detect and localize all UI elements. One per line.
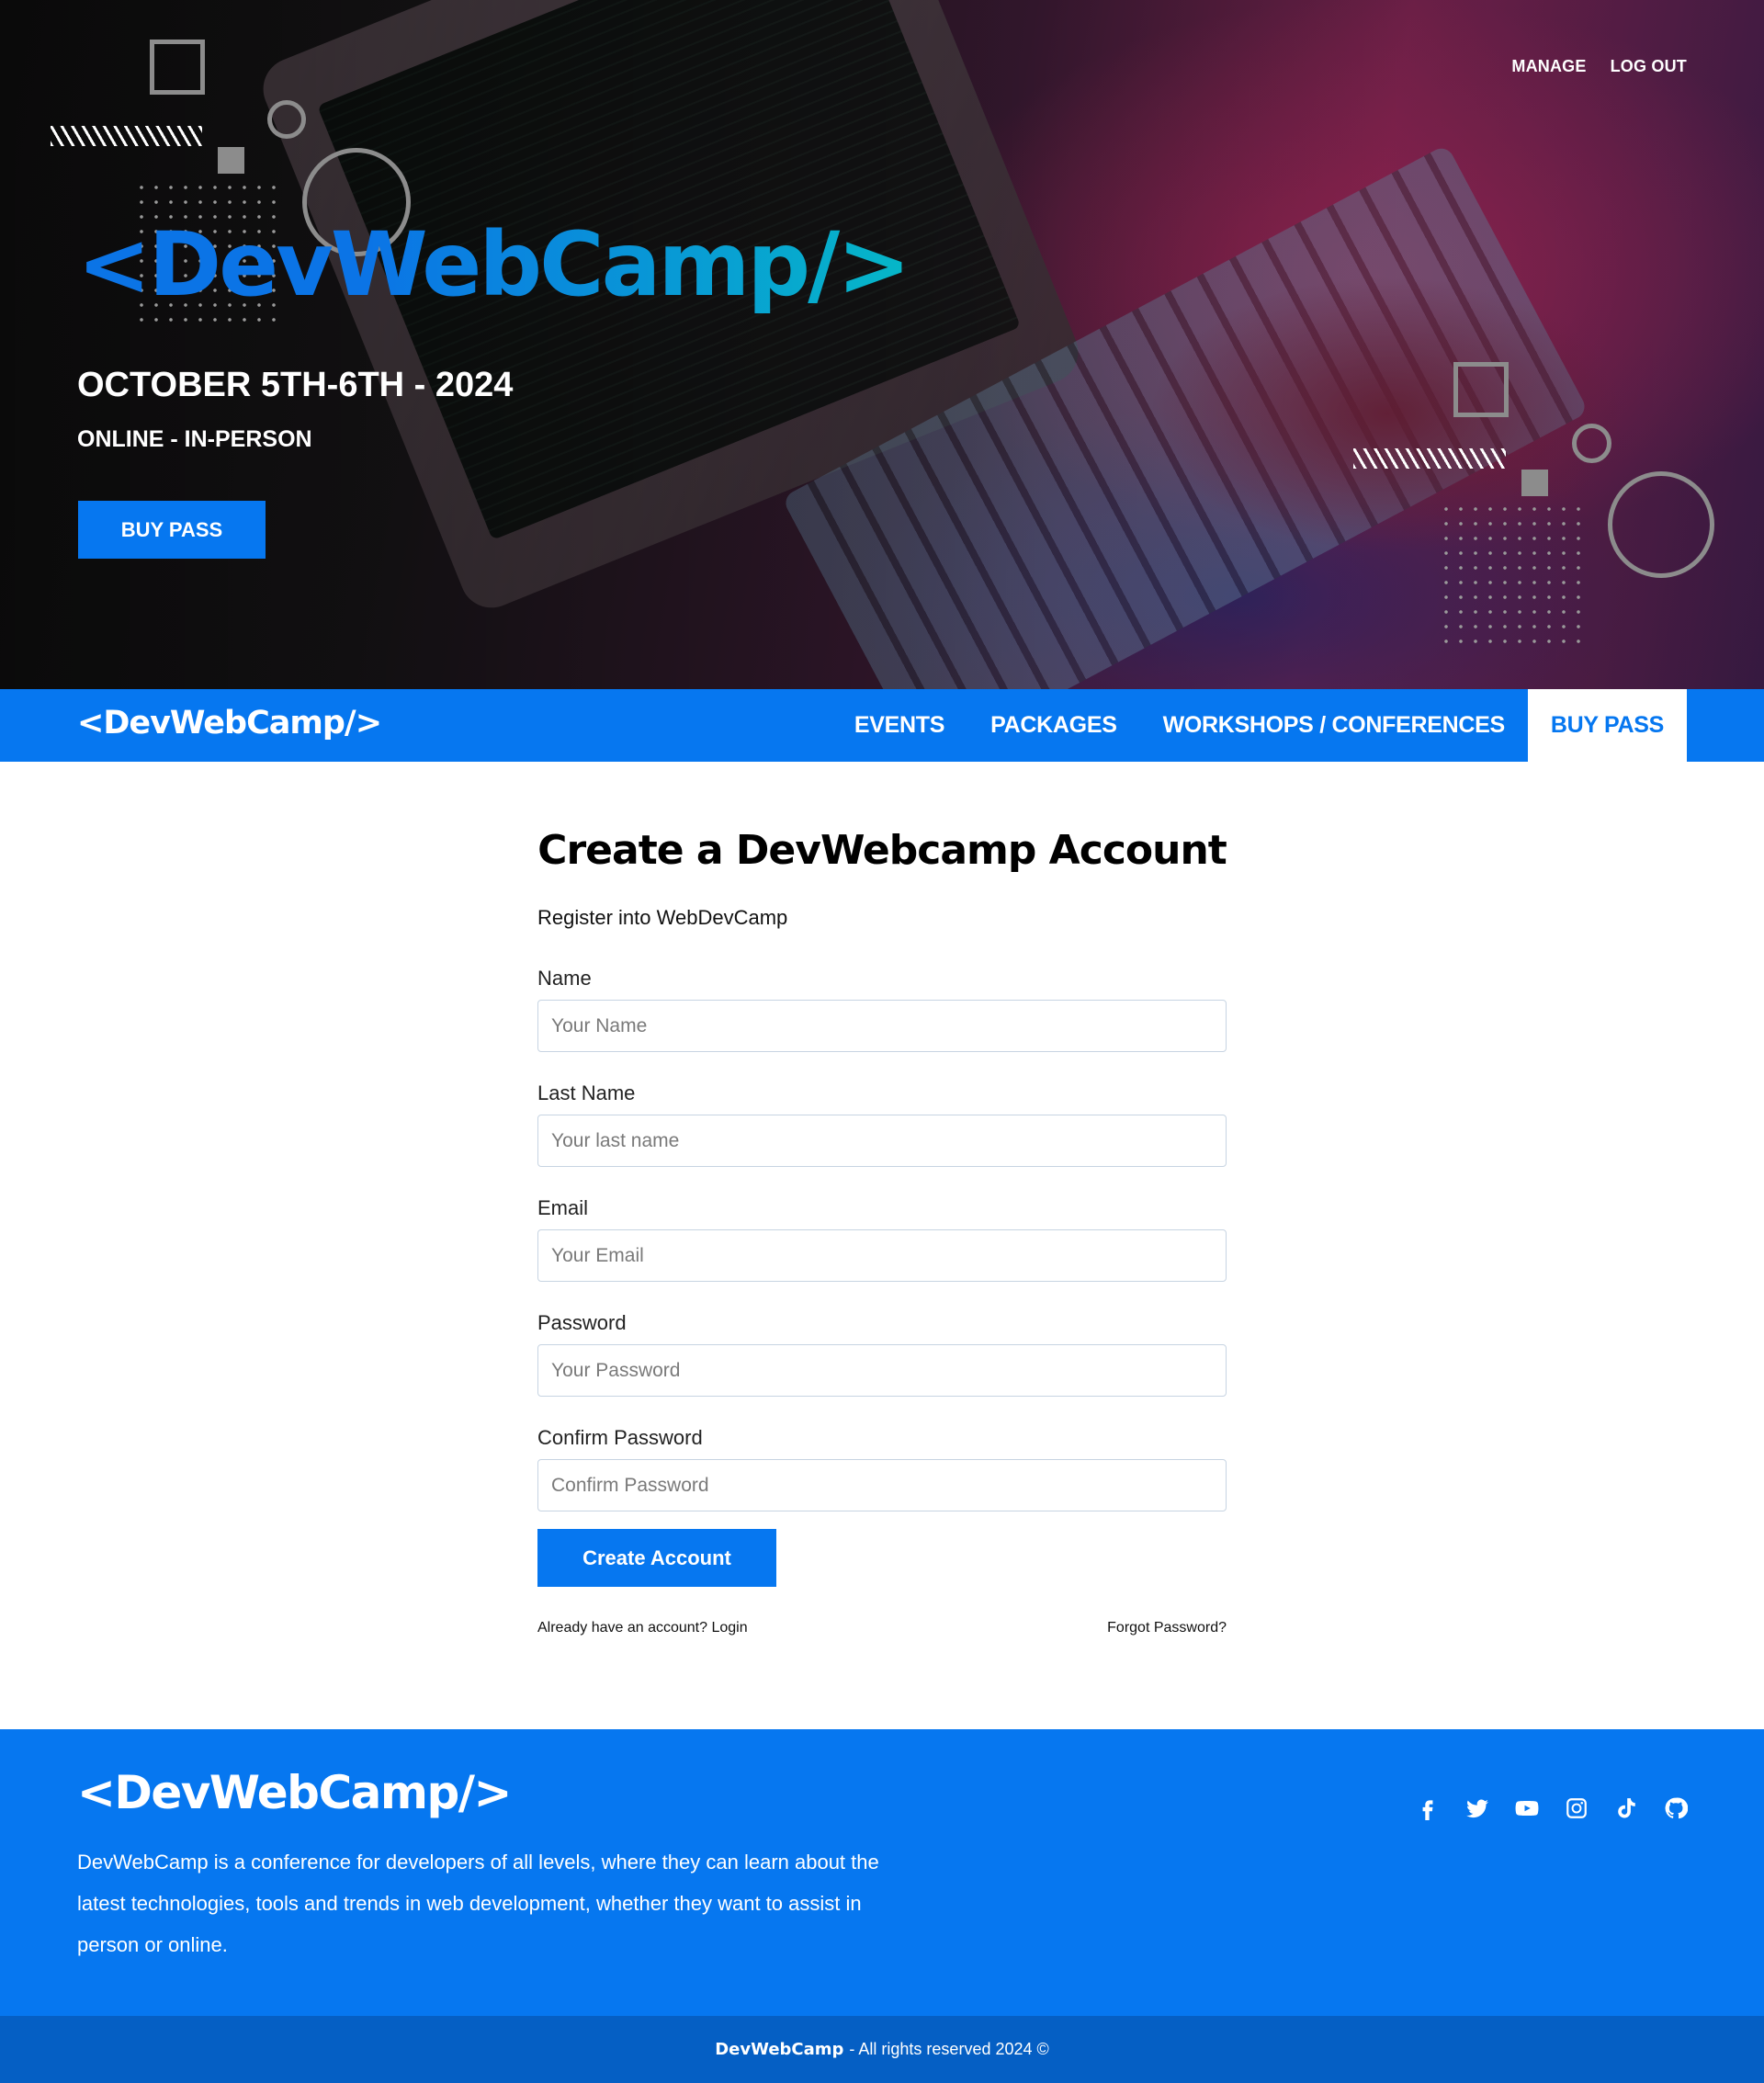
site-footer: <DevWebCamp/> DevWebCamp is a conference… xyxy=(0,1729,1764,2016)
deco-filled-square xyxy=(218,147,244,174)
form-links: Already have an account? Login Forgot Pa… xyxy=(537,1620,1227,1636)
confirm-password-input[interactable] xyxy=(537,1459,1227,1511)
github-icon[interactable] xyxy=(1663,1795,1689,1821)
youtube-icon[interactable] xyxy=(1514,1795,1540,1821)
name-input[interactable] xyxy=(537,1000,1227,1052)
facebook-icon[interactable] xyxy=(1415,1795,1441,1821)
last-name-input[interactable] xyxy=(537,1115,1227,1167)
nav-item-buy-pass[interactable]: BUY PASS xyxy=(1527,689,1687,762)
copyright-brand: DevWebCamp xyxy=(715,2040,844,2059)
password-field-group: Password xyxy=(537,1311,1227,1397)
last-name-label: Last Name xyxy=(537,1081,636,1104)
deco-square xyxy=(150,40,205,95)
deco-ring xyxy=(1572,424,1611,463)
copyright-bar: DevWebCamp - All rights reserved 2024 © xyxy=(0,2016,1764,2083)
event-mode: ONLINE - IN-PERSON xyxy=(77,426,312,452)
create-account-button[interactable]: Create Account xyxy=(537,1529,776,1587)
login-link[interactable]: Already have an account? Login xyxy=(537,1620,748,1636)
page-title: Create a DevWebcamp Account xyxy=(537,827,1227,874)
hero-header: MANAGE LOG OUT <DevWebCamp/> OCTOBER 5TH… xyxy=(0,0,1764,689)
forgot-password-link[interactable]: Forgot Password? xyxy=(1107,1620,1227,1636)
logout-link[interactable]: LOG OUT xyxy=(1611,57,1687,76)
footer-logo[interactable]: <DevWebCamp/> xyxy=(77,1766,512,1819)
name-field-group: Name xyxy=(537,967,1227,1052)
deco-stripes xyxy=(1353,448,1506,469)
nav-item-events[interactable]: EVENTS xyxy=(831,689,967,762)
nav-menu: EVENTS PACKAGES WORKSHOPS / CONFERENCES … xyxy=(831,689,1687,762)
password-label: Password xyxy=(537,1311,627,1334)
deco-dots xyxy=(1439,502,1588,651)
footer-description: DevWebCamp is a conference for developer… xyxy=(77,1851,879,1956)
hero-logo[interactable]: <DevWebCamp/> xyxy=(77,213,911,316)
nav-item-workshops-conferences[interactable]: WORKSHOPS / CONFERENCES xyxy=(1140,689,1528,762)
name-label: Name xyxy=(537,967,592,990)
last-name-field-group: Last Name xyxy=(537,1081,1227,1167)
email-field-group: Email xyxy=(537,1196,1227,1282)
event-date: OCTOBER 5TH-6TH - 2024 xyxy=(77,366,514,404)
instagram-icon[interactable] xyxy=(1564,1795,1589,1821)
email-label: Email xyxy=(537,1196,589,1219)
hero-buy-pass-button[interactable]: BUY PASS xyxy=(78,501,266,559)
register-form: Register into WebDevCamp Name Last Name … xyxy=(537,906,1227,1636)
nav-item-packages[interactable]: PACKAGES xyxy=(967,689,1139,762)
form-intro: Register into WebDevCamp xyxy=(537,906,788,929)
deco-square xyxy=(1453,362,1509,417)
email-input[interactable] xyxy=(537,1229,1227,1282)
manage-link[interactable]: MANAGE xyxy=(1511,57,1586,76)
deco-stripes xyxy=(51,126,202,146)
deco-filled-square xyxy=(1521,470,1548,496)
deco-ring xyxy=(267,100,306,139)
social-links xyxy=(1415,1795,1689,1821)
main-navbar: <DevWebCamp/> EVENTS PACKAGES WORKSHOPS … xyxy=(0,689,1764,762)
twitter-icon[interactable] xyxy=(1464,1795,1490,1821)
confirm-password-field-group: Confirm Password xyxy=(537,1426,1227,1511)
confirm-password-label: Confirm Password xyxy=(537,1426,703,1449)
password-input[interactable] xyxy=(537,1344,1227,1397)
deco-ring xyxy=(1608,471,1714,578)
copyright-text: - All rights reserved 2024 © xyxy=(849,2040,1049,2058)
tiktok-icon[interactable] xyxy=(1613,1795,1639,1821)
account-links: MANAGE LOG OUT xyxy=(1511,57,1687,76)
nav-logo[interactable]: <DevWebCamp/> xyxy=(77,705,382,742)
